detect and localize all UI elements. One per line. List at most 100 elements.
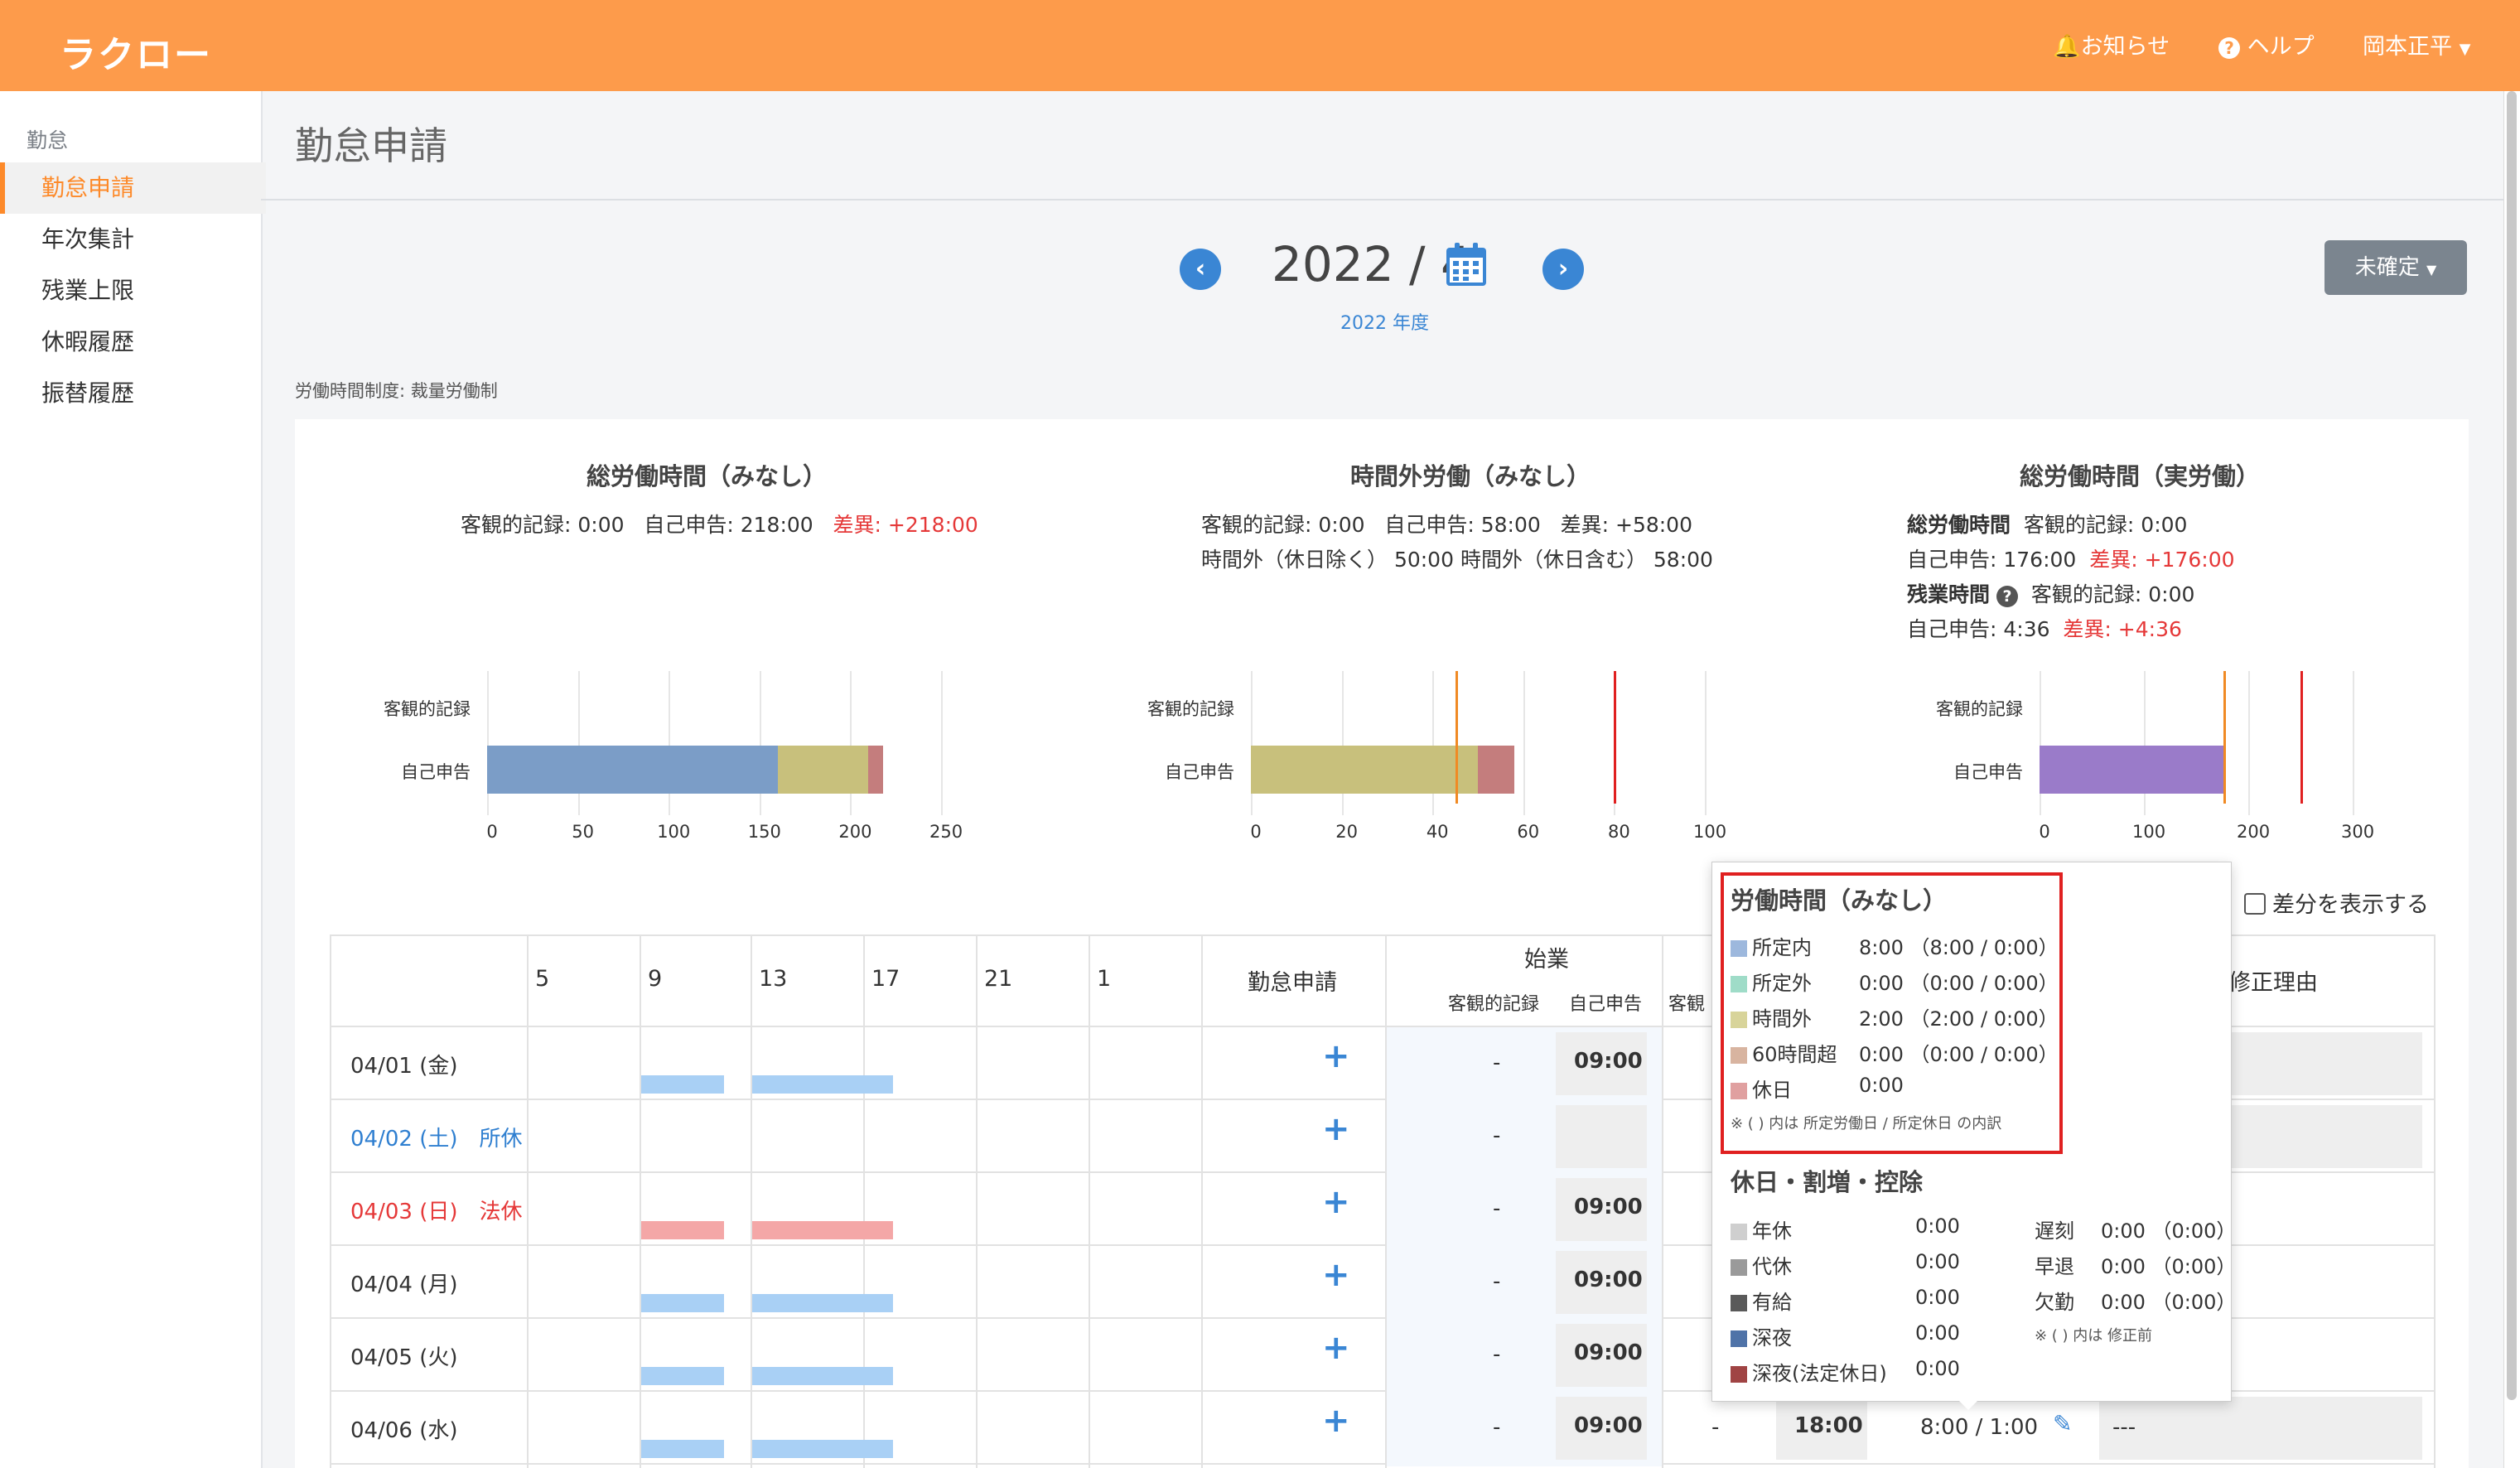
fiscal-year-label: 2022 年度	[1340, 313, 1429, 334]
timeline-bar	[752, 1440, 893, 1458]
category-label: 客観的記録	[384, 699, 471, 719]
sidebar-item-transfer-history[interactable]: 振替履歴	[0, 368, 261, 419]
add-request-button[interactable]: +	[1322, 1329, 1350, 1367]
total-hours: 8:00 / 1:00	[1920, 1415, 2039, 1440]
popover-item-label: 時間外	[1752, 1007, 1812, 1031]
end-obj-header: 客観	[1668, 994, 1706, 1015]
help-link[interactable]: ? ヘルプ	[2218, 28, 2315, 60]
hour-header-17: 17	[871, 966, 900, 992]
bell-icon: 🔔	[2053, 34, 2081, 60]
popover-item-label: 深夜(法定休日)	[1752, 1362, 1887, 1385]
popover-item-value: 0:00 （0:00）	[2101, 1219, 2237, 1243]
chart-total-minashi: 0 50 100 150 200 250 客観的記録 自己申告	[364, 671, 1077, 845]
popover-title-minashi: 労働時間（みなし）	[1731, 886, 1948, 915]
reason-text: ---	[2112, 1415, 2136, 1440]
category-label: 客観的記録	[1147, 699, 1234, 719]
divider	[261, 199, 2503, 200]
col-border	[2434, 934, 2436, 1468]
summary2-diff: 差異: +58:00	[1560, 513, 1692, 537]
next-month-button[interactable]: ›	[1542, 249, 1584, 290]
x-tick-label: 250	[929, 822, 963, 842]
bar-segment	[1478, 746, 1514, 794]
grid-line	[1523, 671, 1525, 815]
summary3-ot-diff: 差異: +4:36	[2063, 617, 2182, 641]
sidebar-item-leave-history[interactable]: 休暇履歴	[0, 316, 261, 368]
scrollbar-thumb[interactable]	[2507, 91, 2517, 1400]
add-request-button[interactable]: +	[1322, 1110, 1350, 1148]
hour-header-9: 9	[648, 966, 663, 992]
show-diff-checkbox[interactable]: 差分を表示する	[2244, 886, 2429, 919]
x-tick-label: 60	[1517, 822, 1540, 842]
prev-month-button[interactable]: ‹	[1180, 249, 1221, 290]
popover-item-label: 所定外	[1752, 972, 1812, 995]
add-request-button[interactable]: +	[1322, 1037, 1350, 1075]
timeline-bar	[641, 1367, 724, 1385]
popover-item-label: 欠勤	[2035, 1291, 2074, 1314]
user-menu[interactable]: 岡本正平 ▼	[2363, 28, 2470, 60]
sidebar-item-label: 振替履歴	[41, 379, 135, 407]
popover-item-value: 0:00	[1915, 1214, 1960, 1238]
sidebar-item-overtime-limit[interactable]: 残業上限	[0, 265, 261, 316]
reference-line	[2300, 671, 2303, 804]
hour-header-1: 1	[1097, 966, 1112, 992]
legend-swatch	[1731, 1295, 1747, 1311]
popover-item-label: 早退	[2035, 1255, 2074, 1278]
app-logo[interactable]: ラクロー	[60, 25, 212, 78]
add-request-button[interactable]: +	[1322, 1402, 1350, 1440]
apply-header: 勤怠申請	[1248, 970, 1337, 996]
checkbox-box[interactable]	[2244, 893, 2266, 915]
notice-link[interactable]: 🔔お知らせ	[2053, 28, 2170, 60]
x-tick-label: 0	[2039, 822, 2050, 842]
notice-label: お知らせ	[2080, 34, 2170, 60]
col-border	[1089, 934, 1090, 1468]
x-tick-label: 100	[1693, 822, 1727, 842]
summary3-ot-line2: 自己申告: 4:36 差異: +4:36	[1907, 613, 2182, 643]
popover-item: 代休	[1731, 1250, 1792, 1279]
start-time: 09:00	[1574, 1340, 1643, 1365]
popover-title-holiday: 休日・割増・控除	[1731, 1168, 1924, 1196]
popover-item: 深夜	[1731, 1321, 1792, 1350]
reference-line	[1455, 671, 1458, 804]
grid-line	[1705, 671, 1707, 815]
summary1-objective: 客観的記録: 0:00	[461, 513, 625, 537]
grid-line	[2353, 671, 2354, 815]
start-time: 09:00	[1574, 1413, 1643, 1438]
summary3-title: 総労働時間（実労働）	[2020, 462, 2261, 490]
bar-segment	[1251, 746, 1478, 794]
reason-cell[interactable]	[2099, 1397, 2422, 1460]
popover-item-label: 深夜	[1752, 1326, 1792, 1350]
status-label: 未確定	[2354, 255, 2420, 280]
chevron-left-icon: ‹	[1195, 254, 1206, 283]
sidebar-item-annual[interactable]: 年次集計	[0, 214, 261, 265]
calendar-icon[interactable]	[1445, 241, 1488, 287]
bar-segment	[487, 746, 778, 794]
reference-line	[2223, 671, 2226, 804]
x-tick-label: 200	[2237, 822, 2271, 842]
row-date: 04/03 (日) 法休	[350, 1200, 523, 1224]
popover-item-label: 代休	[1752, 1255, 1792, 1278]
summary3-total-line1: 総労働時間 客観的記録: 0:00	[1907, 509, 2187, 538]
question-icon[interactable]: ?	[1996, 586, 2018, 607]
pencil-icon[interactable]: ✎	[2053, 1410, 2072, 1437]
summary3-ot-label: 残業時間	[1907, 582, 1991, 606]
month-label: 2022 / 4	[1272, 236, 1471, 292]
hour-header-13: 13	[759, 966, 788, 992]
sidebar-item-label: 勤怠申請	[41, 174, 135, 201]
add-request-button[interactable]: +	[1322, 1183, 1350, 1221]
summary2-line1: 客観的記録: 0:00 自己申告: 58:00 差異: +58:00	[1201, 509, 1692, 538]
status-dropdown-button[interactable]: 未確定 ▼	[2324, 240, 2467, 295]
add-request-button[interactable]: +	[1322, 1256, 1350, 1294]
popover-note: ※ ( ) 内は 修正前	[2035, 1327, 2153, 1345]
sidebar-item-attendance[interactable]: 勤怠申請	[0, 162, 266, 214]
x-tick-label: 80	[1608, 822, 1630, 842]
start-time-input[interactable]	[1556, 1105, 1647, 1168]
col-border	[527, 934, 529, 1468]
sidebar-item-label: 休暇履歴	[41, 328, 135, 355]
popover-item-value: 8:00 （8:00 / 0:00）	[1859, 936, 2059, 959]
chart-overtime-minashi: 0 20 40 60 80 100 客観的記録 自己申告	[1130, 671, 1826, 845]
start-objective: -	[1493, 1342, 1501, 1367]
legend-swatch	[1731, 1083, 1747, 1099]
summary3-total-obj: 客観的記録: 0:00	[2023, 513, 2188, 537]
row-date: 04/06 (水)	[350, 1418, 458, 1443]
end-objective: -	[1711, 1415, 1720, 1440]
